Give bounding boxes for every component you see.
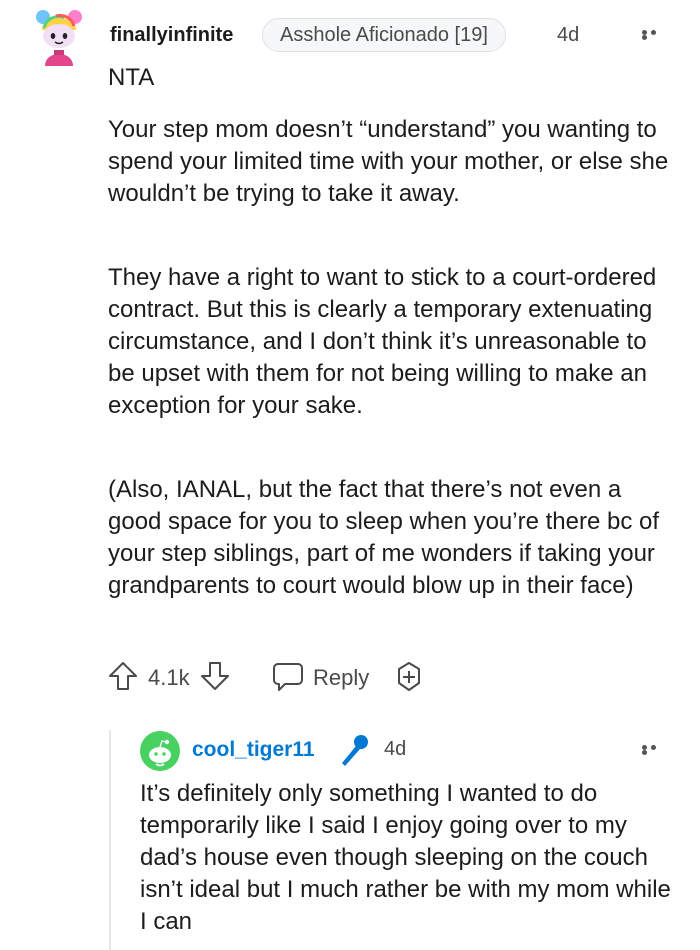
op-microphone-icon [342, 735, 368, 766]
reply-button[interactable]: Reply [313, 665, 369, 691]
comment-username[interactable]: finallyinfinite [110, 24, 233, 47]
award-icon[interactable] [393, 661, 425, 693]
reply-icon[interactable] [271, 661, 305, 693]
comment-paragraph: (Also, IANAL, but the fact that there’s … [108, 476, 660, 599]
comment-action-bar: 4.1k Reply [108, 660, 448, 694]
comment-more-options-icon[interactable] [642, 30, 668, 40]
comment-paragraph: Your step mom doesn’t “understand” you w… [108, 116, 669, 207]
thread-line[interactable] [109, 730, 111, 950]
user-avatar[interactable] [34, 8, 84, 66]
reply-timestamp: 4d [384, 738, 407, 760]
upvote-icon[interactable] [108, 660, 138, 692]
reply-username[interactable]: cool_tiger11 [192, 738, 315, 762]
reply-body: It’s definitely only something I wanted … [140, 780, 671, 935]
comment-timestamp: 4d [557, 24, 580, 46]
comment-paragraph: They have a right to want to stick to a … [108, 264, 657, 419]
comment-verdict: NTA [108, 64, 155, 91]
comment-thread: finallyinfinite Asshole Aficionado [19] … [0, 0, 700, 950]
reply-avatar[interactable] [140, 731, 180, 771]
reply-more-options-icon[interactable] [642, 745, 668, 755]
user-flair: Asshole Aficionado [19] [262, 18, 506, 52]
downvote-icon[interactable] [200, 660, 230, 692]
vote-count: 4.1k [148, 665, 190, 690]
